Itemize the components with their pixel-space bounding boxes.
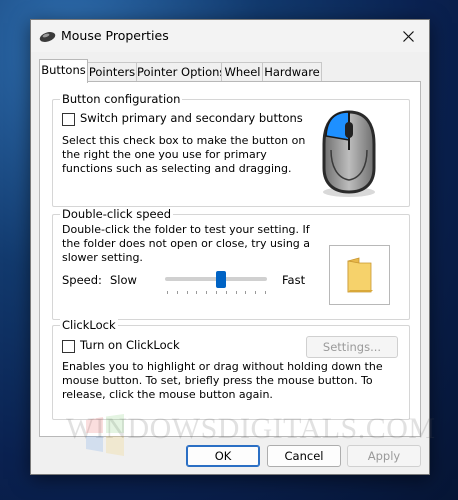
close-icon <box>402 30 414 42</box>
slider-tick <box>186 291 188 294</box>
tab-pointer-options[interactable]: Pointer Options <box>136 62 225 82</box>
clicklock-checkbox[interactable] <box>62 340 75 353</box>
close-button[interactable] <box>387 20 429 52</box>
button-configuration-title: Button configuration <box>60 92 183 106</box>
slider-tick <box>235 291 237 294</box>
tab-pointers[interactable]: Pointers <box>86 62 138 82</box>
button-configuration-group: Button configuration Switch primary and … <box>52 92 410 207</box>
folder-icon <box>347 257 373 293</box>
slider-tick <box>216 291 217 294</box>
clicklock-group: ClickLock Turn on ClickLock Settings... … <box>52 318 410 420</box>
slider-tick <box>265 291 266 294</box>
tab-buttons[interactable]: Buttons <box>39 59 88 83</box>
slider-tick <box>245 291 247 294</box>
mouse-icon <box>322 110 376 197</box>
clicklock-settings-button[interactable]: Settings... <box>306 336 398 358</box>
double-click-speed-title: Double-click speed <box>60 207 173 221</box>
slow-label: Slow <box>110 273 137 287</box>
buttons-tab-panel: Button configuration Switch primary and … <box>39 81 421 437</box>
slider-tick <box>225 291 227 294</box>
speed-label: Speed: <box>62 273 102 287</box>
mouse-icon <box>39 32 56 42</box>
slider-tick <box>196 291 198 294</box>
tab-wheel[interactable]: Wheel <box>221 62 264 82</box>
slider-tick <box>176 291 178 294</box>
mouse-properties-dialog: Mouse Properties Buttons Pointers Pointe… <box>30 19 430 475</box>
ok-button[interactable]: OK <box>186 445 260 467</box>
switch-buttons-label[interactable]: Switch primary and secondary buttons <box>80 111 303 125</box>
clicklock-title: ClickLock <box>60 318 118 332</box>
window-title: Mouse Properties <box>61 28 169 43</box>
apply-button[interactable]: Apply <box>347 445 421 467</box>
double-click-speed-group: Double-click speed Double-click the fold… <box>52 207 410 320</box>
clicklock-label[interactable]: Turn on ClickLock <box>80 338 180 352</box>
test-folder-box[interactable] <box>329 245 390 305</box>
button-configuration-description: Select this check box to make the button… <box>62 134 306 175</box>
title-bar: Mouse Properties <box>31 20 429 52</box>
slider-tick <box>255 291 257 294</box>
clicklock-description: Enables you to highlight or drag without… <box>62 360 383 401</box>
tab-hardware[interactable]: Hardware <box>262 62 322 82</box>
fast-label: Fast <box>282 273 306 287</box>
switch-buttons-checkbox[interactable] <box>62 113 75 126</box>
slider-tick <box>167 291 168 294</box>
cancel-button[interactable]: Cancel <box>267 445 341 467</box>
slider-thumb[interactable] <box>216 271 227 288</box>
double-click-description: Double-click the folder to test your set… <box>62 223 311 264</box>
slider-tick <box>206 291 208 294</box>
